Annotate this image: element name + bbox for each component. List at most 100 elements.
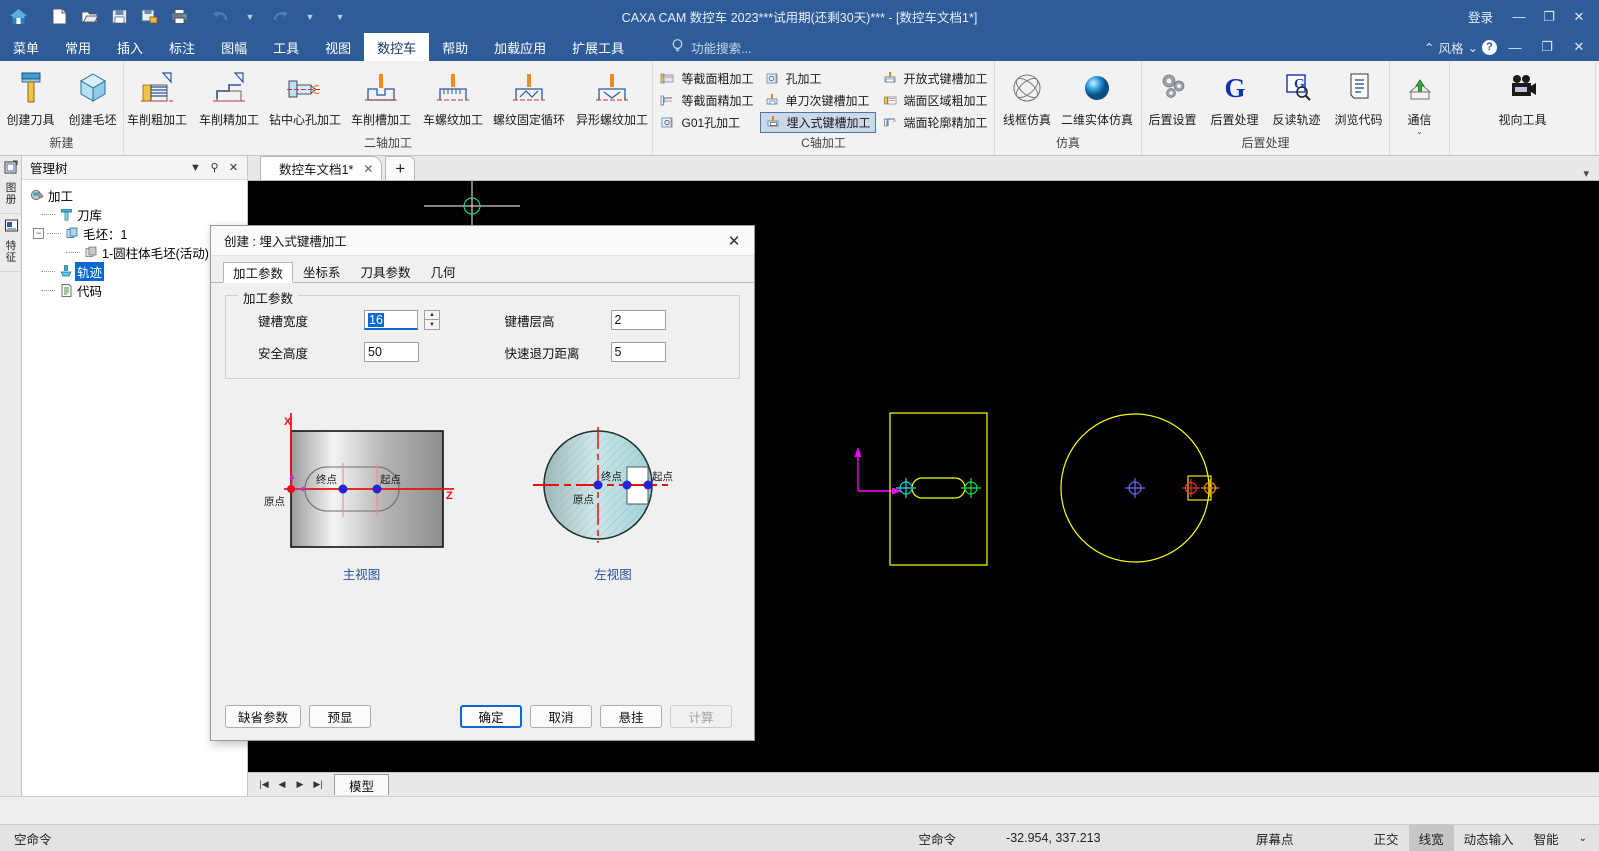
communication-button[interactable]: 通信 ⌄ [1397,65,1443,136]
open-folder-icon[interactable] [75,3,103,31]
embedded-keyway-button[interactable]: 埋入式键槽加工 [760,112,876,133]
finish-turning-button[interactable]: 车削精加工 [193,65,265,128]
dialog-tab-coordinate-system[interactable]: 坐标系 [293,261,351,282]
status-toggle-linewidth[interactable]: 线宽 [1409,825,1454,851]
g01-hole-button[interactable]: G01孔加工 [655,112,757,133]
status-toggle-dynamic-input[interactable]: 动态输入 [1454,825,1524,851]
nav-prev-icon[interactable]: ◀ [274,779,290,790]
post-settings-button[interactable]: 后置设置 [1142,65,1204,128]
status-snap-mode[interactable]: 屏幕点 [1146,825,1304,851]
document-tab-close-icon[interactable]: ✕ [363,162,373,176]
dropdown-icon[interactable]: ▼ [186,158,205,177]
tree-node-tool-library[interactable]: 刀库 [28,205,247,224]
solid-sim-button[interactable]: 二维实体仿真 [1056,65,1138,128]
spinner-up-icon[interactable]: ▲ [424,310,440,320]
face-contour-finish-button[interactable]: 端面轮廓精加工 [878,112,992,133]
help-icon[interactable]: ? [1482,40,1497,55]
ribbon-tab-load-app[interactable]: 加载应用 [481,33,559,61]
post-process-button[interactable]: G 后置处理 [1204,65,1266,128]
special-thread-button[interactable]: 异形螺纹加工 [569,65,655,128]
keyway-width-input[interactable]: 16 [364,310,418,330]
status-toggle-ortho[interactable]: 正交 [1364,825,1409,851]
close-icon[interactable]: ✕ [224,158,243,177]
keyway-layer-height-input[interactable]: 2 [611,310,666,330]
login-button[interactable]: 登录 [1458,7,1503,26]
save-as-icon[interactable] [135,3,163,31]
safe-height-input[interactable]: 50 [364,342,419,362]
undo-dropdown-icon[interactable]: ▼ [236,3,264,31]
default-params-button[interactable]: 缺省参数 [225,705,301,728]
nav-last-icon[interactable]: ▶| [310,779,326,790]
ribbon-tab-sheet[interactable]: 图幅 [208,33,260,61]
suspend-button[interactable]: 悬挂 [600,705,662,728]
hole-machining-button[interactable]: 孔加工 [760,68,876,89]
ribbon-tab-view[interactable]: 视图 [312,33,364,61]
face-area-rough-button[interactable]: 端面区域粗加工 [878,90,992,111]
center-drill-button[interactable]: 钻中心孔加工 [265,65,345,128]
open-keyway-button[interactable]: 开放式键槽加工 [878,68,992,89]
restore-button[interactable]: ❐ [1535,6,1563,28]
spinner-down-icon[interactable]: ▼ [424,320,440,330]
new-document-tab-button[interactable]: + [385,156,415,180]
document-tabs-caret-icon[interactable]: ▾ [1583,167,1599,180]
ribbon-tab-extension[interactable]: 扩展工具 [559,33,637,61]
customize-qat-icon[interactable]: ▼ [326,3,354,31]
style-menu-button[interactable]: 风格 [1439,38,1464,57]
create-tool-button[interactable]: 创建刀具 [0,65,62,128]
rapid-retract-distance-input[interactable]: 5 [611,342,666,362]
style-dropdown-icon[interactable]: ⌄ [1468,40,1478,55]
print-icon[interactable] [165,3,193,31]
undo-icon[interactable] [206,3,234,31]
dialog-tab-machining-params[interactable]: 加工参数 [223,262,293,283]
wireframe-sim-button[interactable]: 线框仿真 [998,65,1056,128]
const-section-rough-button[interactable]: 等截面粗加工 [655,68,757,89]
tree-expander-stock[interactable]: − [33,228,44,239]
ribbon-tab-insert[interactable]: 插入 [104,33,156,61]
command-bar[interactable] [0,796,1599,824]
dialog-tab-tool-params[interactable]: 刀具参数 [351,261,421,282]
ribbon-tab-help[interactable]: 帮助 [429,33,481,61]
sheet-tab-model[interactable]: 模型 [334,774,389,795]
groove-turning-button[interactable]: 车削槽加工 [345,65,417,128]
rough-turning-button[interactable]: 车削粗加工 [121,65,193,128]
preview-button[interactable]: 预显 [309,705,371,728]
nav-next-icon[interactable]: ▶ [292,779,308,790]
pin-icon[interactable]: ⚲ [205,158,224,177]
document-tab[interactable]: 数控车文档1* ✕ [260,156,382,180]
side-tab-feature[interactable]: 特征 [0,214,22,272]
ribbon-tab-common[interactable]: 常用 [52,33,104,61]
doc-restore-button[interactable]: ❐ [1533,36,1561,58]
ribbon-tab-cnc-lathe[interactable]: 数控车 [364,33,429,61]
ribbon-tab-annotation[interactable]: 标注 [156,33,208,61]
ok-button[interactable]: 确定 [460,705,522,728]
save-icon[interactable] [105,3,133,31]
communication-dropdown-icon[interactable]: ⌄ [1416,128,1423,136]
thread-cycle-button[interactable]: 螺纹固定循环 [489,65,569,128]
view-tool-button[interactable]: 视向工具 [1492,65,1554,128]
doc-close-button[interactable]: ✕ [1565,36,1593,58]
home-icon[interactable] [4,3,32,31]
cancel-button[interactable]: 取消 [530,705,592,728]
thread-turning-button[interactable]: 车螺纹加工 [417,65,489,128]
browse-code-button[interactable]: 浏览代码 [1328,65,1390,128]
status-toggle-smart[interactable]: 智能 [1524,825,1569,851]
reverse-read-button[interactable]: G 反读轨迹 [1266,65,1328,128]
ribbon-collapse-caret[interactable]: ⌃ [1424,40,1434,55]
redo-dropdown-icon[interactable]: ▼ [296,3,324,31]
single-pass-keyway-button[interactable]: 单刀次键槽加工 [760,90,876,111]
minimize-button[interactable]: — [1505,6,1533,28]
new-file-icon[interactable] [45,3,73,31]
dialog-close-icon[interactable]: ✕ [720,229,748,253]
nav-first-icon[interactable]: |◀ [256,779,272,790]
status-caret-icon[interactable]: ⌄ [1569,825,1599,851]
ribbon-tab-menu[interactable]: 菜单 [0,33,52,61]
dialog-tab-geometry[interactable]: 几何 [421,261,466,282]
side-tab-album[interactable]: 图册 [0,156,22,214]
ribbon-tab-tools[interactable]: 工具 [260,33,312,61]
doc-minimize-button[interactable]: — [1501,36,1529,58]
const-section-finish-button[interactable]: 等截面精加工 [655,90,757,111]
redo-icon[interactable] [266,3,294,31]
close-button[interactable]: ✕ [1565,6,1593,28]
feature-search-box[interactable]: 功能搜索... [659,33,763,61]
tree-node-machining[interactable]: 加工 [28,186,247,205]
